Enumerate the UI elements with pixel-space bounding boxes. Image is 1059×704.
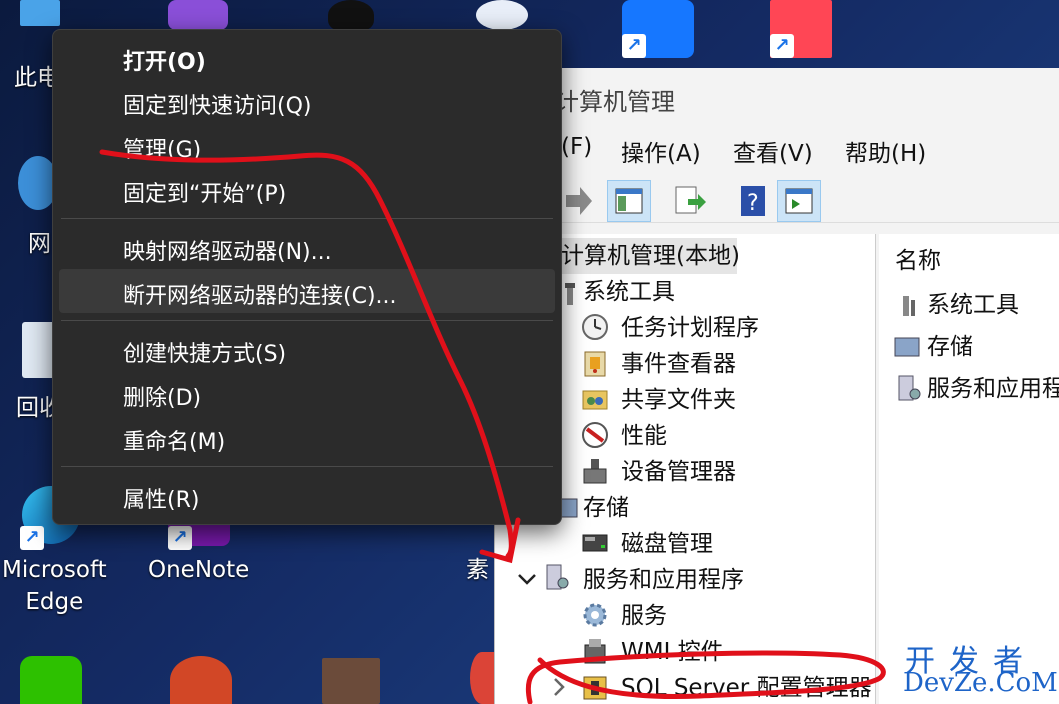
menu-separator <box>61 218 553 219</box>
desktop-icon-label: 网 <box>28 231 51 257</box>
list-item[interactable]: 存储 <box>927 330 973 364</box>
menu-item-manage[interactable]: 管理(G) <box>123 132 201 164</box>
gear-icon <box>581 601 609 629</box>
menu-item-open[interactable]: 打开(O) <box>123 44 206 76</box>
menu-item-properties[interactable]: 属性(R) <box>123 482 199 514</box>
menu-separator <box>61 466 553 467</box>
menu-action[interactable]: 操作(A) <box>621 134 701 168</box>
menu-bar: (F) 操作(A) 查看(V) 帮助(H) <box>495 128 1059 168</box>
list-item[interactable]: 系统工具 <box>927 288 1019 322</box>
tree-item-performance[interactable]: 性能 <box>621 419 667 453</box>
computer-management-window[interactable]: 计算机管理 (F) 操作(A) 查看(V) 帮助(H) ? 计算机管理(本地) … <box>494 68 1059 704</box>
show-hide-action-pane-icon[interactable] <box>777 180 821 222</box>
desktop-icon-label: Microsoft Edge <box>2 557 107 615</box>
tree-item-services[interactable]: 服务 <box>621 599 667 633</box>
device-manager-icon <box>581 457 609 485</box>
event-viewer-icon <box>581 349 609 377</box>
tree-item-storage[interactable]: 存储 <box>583 491 629 525</box>
watermark-domain: DevZe.CoM <box>903 668 1058 698</box>
tree-item-root[interactable]: 计算机管理(本地) <box>561 239 740 273</box>
toolbar: ? <box>495 176 1059 223</box>
svg-text:?: ? <box>747 191 759 216</box>
tree-item-task-scheduler[interactable]: 任务计划程序 <box>621 311 759 345</box>
disk-icon <box>581 529 609 557</box>
desktop-icon-label: 素 <box>466 557 489 583</box>
menu-item-create-shortcut[interactable]: 创建快捷方式(S) <box>123 336 286 368</box>
tree-item-system-tools[interactable]: 系统工具 <box>583 275 675 309</box>
shortcut-arrow-icon: ↗ <box>622 34 646 58</box>
menu-item-pin-quick-access[interactable]: 固定到快速访问(Q) <box>123 88 311 120</box>
export-list-icon[interactable] <box>667 180 711 222</box>
forward-arrow-icon[interactable] <box>557 180 601 222</box>
list-item[interactable]: 服务和应用程 <box>927 372 1059 406</box>
tree-item-wmi[interactable]: WMI 控件 <box>621 635 724 669</box>
tree-item-disk-management[interactable]: 磁盘管理 <box>621 527 713 561</box>
performance-icon <box>581 421 609 449</box>
wmi-icon <box>581 637 609 665</box>
clock-icon <box>581 313 609 341</box>
shared-folder-icon <box>581 385 609 413</box>
shortcut-arrow-icon: ↗ <box>20 526 44 550</box>
context-menu: 打开(O) 固定到快速访问(Q) 管理(G) 固定到“开始”(P) 映射网络驱动… <box>52 29 562 525</box>
desktop-icon-label: OneNote <box>148 557 250 583</box>
tree-item-services-apps[interactable]: 服务和应用程序 <box>583 563 744 597</box>
tree-item-device-manager[interactable]: 设备管理器 <box>621 455 736 489</box>
chevron-down-icon[interactable] <box>513 565 541 593</box>
menu-item-pin-start[interactable]: 固定到“开始”(P) <box>123 176 286 208</box>
menu-item-map-network-drive[interactable]: 映射网络驱动器(N)... <box>123 234 332 266</box>
tree-item-sql-server[interactable]: SQL Server 配置管理器 <box>621 671 872 704</box>
show-hide-console-tree-icon[interactable] <box>607 180 651 222</box>
menu-help[interactable]: 帮助(H) <box>845 134 926 168</box>
shortcut-arrow-icon: ↗ <box>168 526 192 550</box>
tree-item-event-viewer[interactable]: 事件查看器 <box>621 347 736 381</box>
menu-item-rename[interactable]: 重命名(M) <box>123 424 225 456</box>
menu-view[interactable]: 查看(V) <box>733 134 813 168</box>
window-title: 计算机管理 <box>555 88 675 116</box>
tree-item-shared-folders[interactable]: 共享文件夹 <box>621 383 736 417</box>
help-icon[interactable]: ? <box>731 180 775 222</box>
shortcut-arrow-icon: ↗ <box>770 34 794 58</box>
column-header-name[interactable]: 名称 <box>895 244 941 278</box>
toolbox-icon <box>895 290 923 318</box>
sql-config-icon <box>581 673 609 701</box>
server-icon <box>543 563 571 591</box>
menu-separator <box>61 320 553 321</box>
menu-item-disconnect-network-drive[interactable]: 断开网络驱动器的连接(C)... <box>123 278 397 310</box>
storage-icon <box>893 332 921 360</box>
menu-file[interactable]: (F) <box>561 134 592 160</box>
menu-item-delete[interactable]: 删除(D) <box>123 380 201 412</box>
server-icon <box>895 374 923 402</box>
chevron-right-icon[interactable] <box>545 673 573 701</box>
